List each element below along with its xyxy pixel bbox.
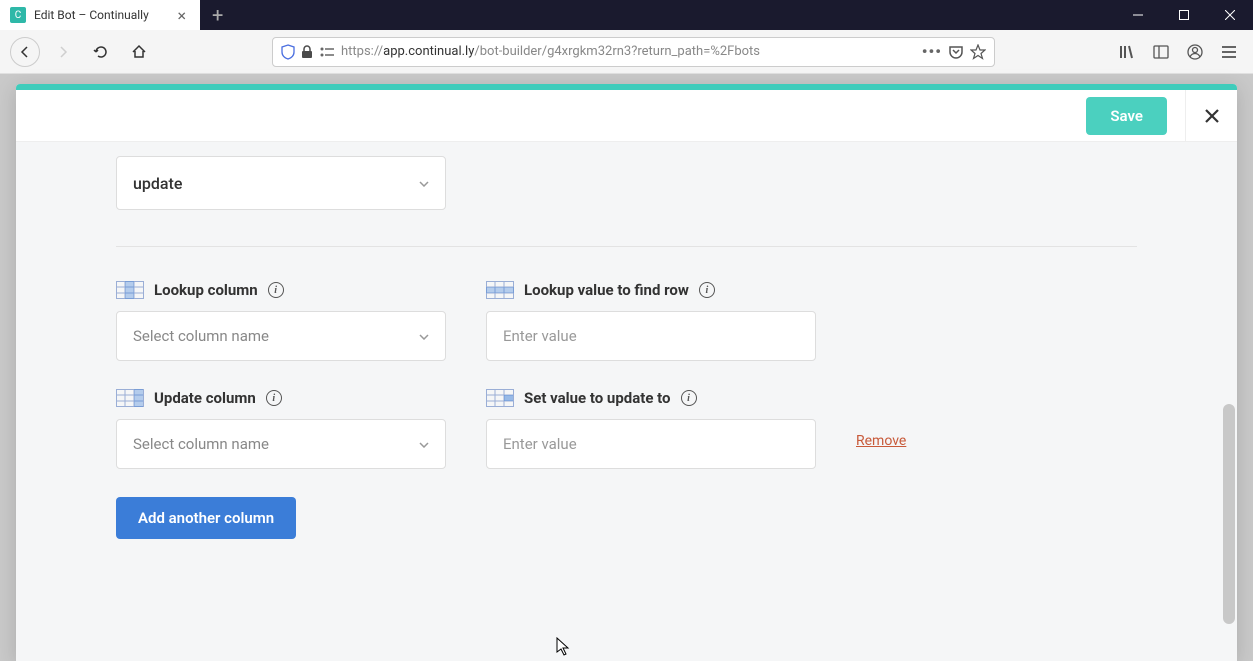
lookup-column-select[interactable]: Select column name	[116, 311, 446, 361]
address-bar[interactable]: https://app.continual.ly/bot-builder/g4x…	[272, 37, 995, 67]
shield-icon[interactable]	[281, 44, 295, 60]
bookmark-star-icon[interactable]	[970, 44, 986, 60]
lookup-value-label: Lookup value to find row	[524, 281, 689, 299]
more-actions-icon[interactable]: •••	[922, 42, 942, 61]
library-icon[interactable]	[1113, 38, 1141, 66]
row-icon	[486, 281, 514, 299]
lookup-column-label: Lookup column	[154, 281, 258, 299]
chevron-down-icon	[419, 437, 429, 451]
window-minimize-button[interactable]	[1115, 0, 1161, 30]
nav-back-button[interactable]	[10, 37, 40, 67]
toolbar-right	[1113, 38, 1243, 66]
tab-close-icon[interactable]: ×	[173, 6, 190, 25]
chevron-down-icon	[419, 329, 429, 343]
set-value-label-row: Set value to update to i	[486, 389, 816, 407]
nav-reload-button[interactable]	[86, 37, 116, 67]
scrollbar-vertical[interactable]	[1221, 144, 1235, 661]
sidebar-icon[interactable]	[1147, 38, 1175, 66]
cursor-icon	[556, 637, 572, 657]
lookup-row: Lookup column i Select column name	[116, 281, 1137, 361]
new-tab-button[interactable]: +	[200, 3, 235, 27]
lookup-value-input[interactable]	[486, 311, 816, 361]
nav-home-button[interactable]	[124, 37, 154, 67]
info-icon[interactable]: i	[681, 390, 697, 406]
set-value-field: Set value to update to i	[486, 389, 816, 469]
update-column-label: Update column	[154, 389, 256, 407]
window-controls	[1115, 0, 1253, 30]
tab-favicon-icon: C	[10, 7, 26, 23]
cell-icon	[486, 389, 514, 407]
column-icon	[116, 281, 144, 299]
remove-link[interactable]: Remove	[856, 433, 906, 449]
pocket-icon[interactable]	[948, 45, 964, 59]
update-column-field: Update column i Select column name	[116, 389, 446, 469]
permissions-icon[interactable]	[319, 46, 335, 58]
action-type-value: update	[133, 174, 182, 193]
lookup-value-label-row: Lookup value to find row i	[486, 281, 816, 299]
modal-close-button[interactable]	[1185, 90, 1237, 142]
browser-titlebar: C Edit Bot – Continually × +	[0, 0, 1253, 30]
tab-title: Edit Bot – Continually	[34, 8, 165, 22]
lock-icon[interactable]	[301, 45, 313, 59]
divider	[116, 246, 1137, 247]
lookup-column-placeholder: Select column name	[133, 327, 269, 345]
account-icon[interactable]	[1181, 38, 1209, 66]
chevron-down-icon	[419, 176, 429, 190]
window-close-button[interactable]	[1207, 0, 1253, 30]
edit-modal: Save update Lookup	[16, 84, 1237, 661]
menu-icon[interactable]	[1215, 38, 1243, 66]
update-column-placeholder: Select column name	[133, 435, 269, 453]
save-button[interactable]: Save	[1086, 97, 1167, 135]
scroll-thumb[interactable]	[1223, 404, 1235, 624]
nav-forward-button[interactable]	[48, 37, 78, 67]
update-column-select[interactable]: Select column name	[116, 419, 446, 469]
url-text: https://app.continual.ly/bot-builder/g4x…	[341, 44, 916, 59]
tab-strip: C Edit Bot – Continually × +	[0, 0, 235, 30]
add-column-button[interactable]: Add another column	[116, 497, 296, 539]
info-icon[interactable]: i	[699, 282, 715, 298]
action-type-select[interactable]: update	[116, 156, 446, 210]
lookup-value-field: Lookup value to find row i	[486, 281, 816, 361]
column-icon	[116, 389, 144, 407]
update-column-label-row: Update column i	[116, 389, 446, 407]
lookup-column-field: Lookup column i Select column name	[116, 281, 446, 361]
info-icon[interactable]: i	[266, 390, 282, 406]
browser-toolbar: https://app.continual.ly/bot-builder/g4x…	[0, 30, 1253, 74]
lookup-column-label-row: Lookup column i	[116, 281, 446, 299]
modal-body: update Lookup column i	[16, 142, 1237, 661]
modal-header: Save	[16, 90, 1237, 142]
page-content: Save update Lookup	[0, 74, 1253, 661]
info-icon[interactable]: i	[268, 282, 284, 298]
update-row: Update column i Select column name	[116, 389, 1137, 469]
set-value-label: Set value to update to	[524, 389, 671, 407]
window-maximize-button[interactable]	[1161, 0, 1207, 30]
close-icon	[1203, 107, 1221, 125]
browser-tab[interactable]: C Edit Bot – Continually ×	[0, 0, 200, 30]
set-value-input[interactable]	[486, 419, 816, 469]
